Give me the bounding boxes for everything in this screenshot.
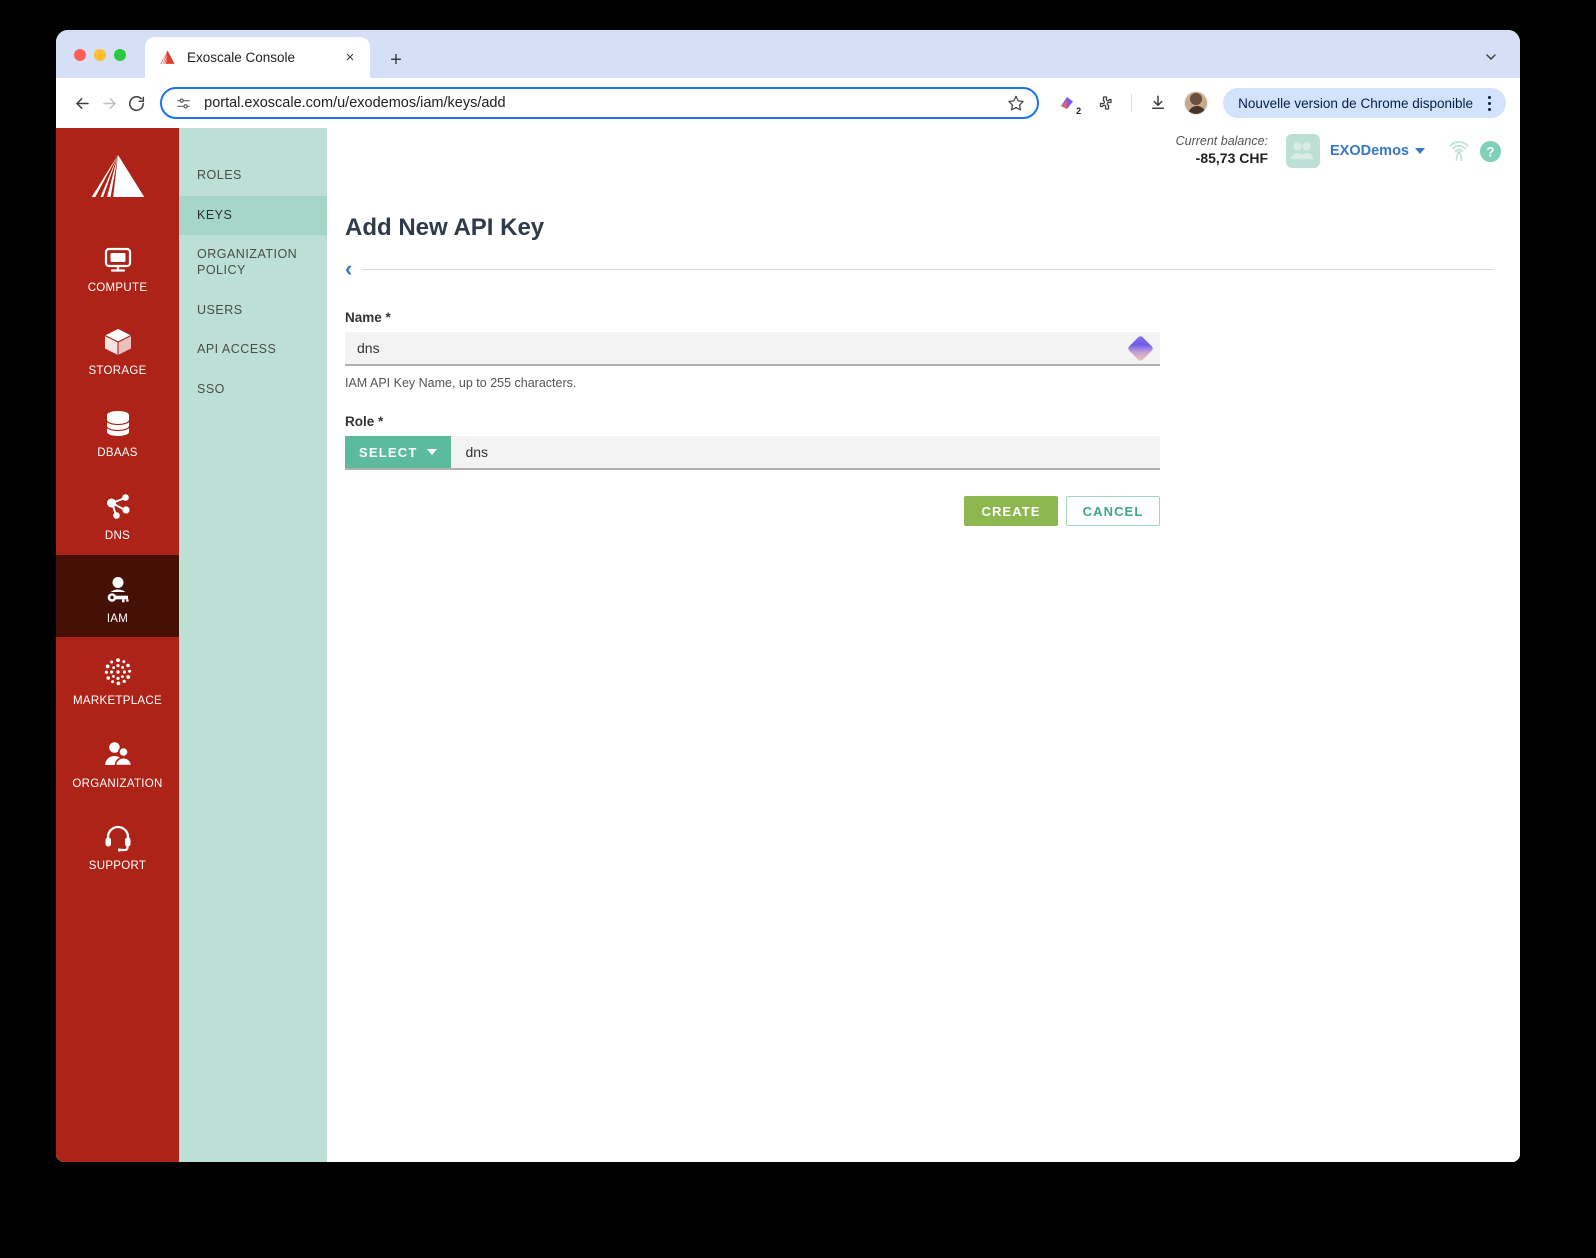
sidebar-item-compute[interactable]: COMPUTE [56,224,179,307]
extensions-puzzle-icon[interactable] [1090,88,1120,118]
bookmark-star-icon[interactable] [1007,94,1025,112]
browser-window: Exoscale Console × + portal.exoscale.com… [56,30,1520,1162]
window-controls [74,49,126,61]
sidebar-item-label: DNS [104,529,131,542]
subnav-item-organization-policy[interactable]: ORGANIZATION POLICY [179,235,327,290]
users-icon [103,734,133,770]
dots-circle-icon [103,651,133,687]
chrome-update-button[interactable]: Nouvelle version de Chrome disponible [1223,88,1507,118]
close-window-button[interactable] [74,49,86,61]
reload-icon[interactable] [127,89,147,117]
avatar [1184,91,1209,115]
role-field: SELECT dns [345,436,1160,470]
maximize-window-button[interactable] [114,49,126,61]
organization-avatar [1286,134,1321,168]
name-input[interactable]: dns [345,332,1160,366]
sidebar-item-label: STORAGE [88,364,147,377]
name-input-value[interactable]: dns [357,340,1131,356]
role-value[interactable]: dns [451,436,1160,468]
site-info-icon[interactable] [175,95,192,112]
exoscale-logo-icon [159,49,176,66]
chevron-down-icon [1415,148,1425,154]
tab-title: Exoscale Console [187,50,296,65]
divider [362,268,1493,270]
profile-avatar[interactable] [1181,88,1211,118]
content-area: Current balance: -85,73 CHF EXODemos ? A… [327,128,1520,1162]
name-field-label: Name * [345,310,391,325]
sidebar-item-dbaas[interactable]: DBAAS [56,389,179,472]
sidebar-item-support[interactable]: SUPPORT [56,802,179,885]
chrome-update-label: Nouvelle version de Chrome disponible [1238,95,1474,111]
organization-switcher[interactable]: EXODemos [1330,143,1425,159]
new-tab-button[interactable]: + [382,46,410,74]
create-button[interactable]: CREATE [964,496,1058,526]
app-header: Current balance: -85,73 CHF EXODemos ? [327,128,1520,174]
forward-icon[interactable] [99,89,119,117]
cancel-button[interactable]: CANCEL [1066,496,1160,526]
back-icon[interactable] [72,89,92,117]
help-circle-icon[interactable]: ? [1479,140,1502,163]
browser-tab[interactable]: Exoscale Console × [145,37,370,78]
back-chevron-icon[interactable]: ‹ [345,258,352,280]
extension-app-icon[interactable]: 2 [1052,88,1082,118]
form-actions: CREATE CANCEL [345,496,1160,526]
chrome-menu-icon[interactable] [1476,90,1502,116]
toolbar-divider [1131,94,1133,112]
monitor-icon [103,238,133,274]
back-row: ‹ [345,258,1493,280]
page-body: COMPUTE STORAGE DBAAS DNS IAM MARKETPLAC… [56,128,1520,1162]
browser-toolbar: portal.exoscale.com/u/exodemos/iam/keys/… [56,78,1520,128]
sidebar-item-storage[interactable]: STORAGE [56,307,179,390]
headset-icon [103,816,133,853]
sidebar-item-label: DBAAS [97,447,138,460]
sidebar-item-label: SUPPORT [88,860,147,873]
sidebar-item-label: MARKETPLACE [73,695,162,708]
svg-text:?: ? [1486,144,1494,159]
subnav-item-roles[interactable]: ROLES [179,156,327,196]
sidebar-item-label: IAM [106,612,129,625]
main-sidebar: COMPUTE STORAGE DBAAS DNS IAM MARKETPLAC… [56,128,179,1162]
toolbar-actions: 2 Nouvelle version de Chrome disponible [1048,88,1507,118]
database-icon [103,403,133,439]
organization-name: EXODemos [1330,143,1409,159]
subnav-item-users[interactable]: USERS [179,291,327,331]
downloads-icon[interactable] [1143,88,1173,118]
minimize-window-button[interactable] [94,49,106,61]
exoscale-logo[interactable] [56,128,179,224]
sidebar-item-label: ORGANIZATION [72,777,163,790]
broadcast-icon[interactable] [1447,140,1471,162]
role-select-button[interactable]: SELECT [345,436,452,468]
iam-subnav: ROLES KEYS ORGANIZATION POLICY USERS API… [179,128,327,1162]
role-field-label: Role * [345,414,384,429]
sidebar-item-marketplace[interactable]: MARKETPLACE [56,637,179,720]
box-icon [103,321,133,357]
extension-badge-count: 2 [1076,106,1082,116]
network-share-icon [103,486,133,522]
page-title: Add New API Key [345,214,545,241]
autofill-diamond-icon[interactable] [1127,334,1154,362]
close-icon[interactable]: × [340,48,360,68]
url-text[interactable]: portal.exoscale.com/u/exodemos/iam/keys/… [204,95,1007,111]
subnav-item-keys[interactable]: KEYS [179,195,327,236]
sidebar-item-label: COMPUTE [87,282,148,294]
tab-strip: Exoscale Console × + [56,30,1520,78]
balance-value: -85,73 CHF [1195,150,1269,167]
address-bar[interactable]: portal.exoscale.com/u/exodemos/iam/keys/… [160,87,1040,119]
chevron-down-icon[interactable] [1478,44,1504,70]
sidebar-item-iam[interactable]: IAM [56,554,179,638]
name-help-text: IAM API Key Name, up to 255 characters. [345,376,577,390]
subnav-item-api-access[interactable]: API ACCESS [179,330,327,370]
subnav-item-sso[interactable]: SSO [179,370,327,410]
add-api-key-form: Add New API Key ‹ Name * dns IAM API Key… [327,174,1493,526]
sidebar-item-dns[interactable]: DNS [56,472,179,555]
current-balance: Current balance: -85,73 CHF [1176,134,1268,167]
balance-label: Current balance: [1175,134,1269,149]
sidebar-item-organization[interactable]: ORGANIZATION [56,720,179,803]
chevron-down-icon [427,449,438,455]
role-select-label: SELECT [359,444,418,460]
user-key-icon [103,569,133,605]
